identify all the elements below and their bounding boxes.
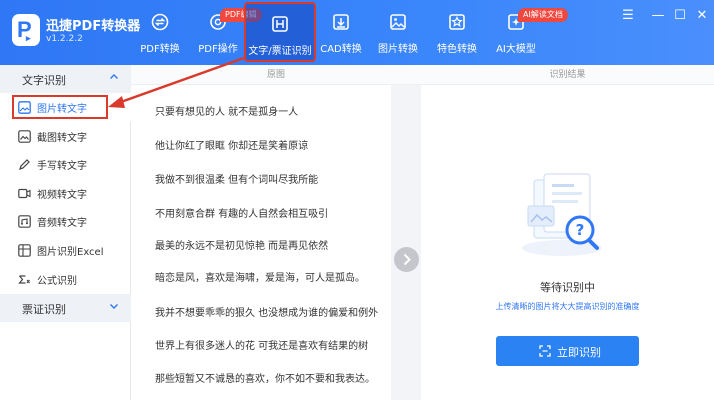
original-text-line: 他让你红了眼眶 你却还是笑着原谅 — [155, 141, 309, 152]
nav-label: AI大模型 — [496, 44, 536, 55]
chevron-right-icon — [403, 253, 411, 266]
image-icon — [18, 101, 31, 114]
next-button[interactable] — [394, 247, 419, 272]
upload-hint: 上传清晰的图片将大大提高识别的准确度 — [495, 302, 640, 311]
screenshot-icon — [18, 130, 31, 143]
sidebar-item-label: 截图转文字 — [37, 133, 87, 144]
original-text-line: 暗恋是风，喜欢是海啸，爱是海，可人是孤岛。 — [155, 273, 365, 284]
menu-icon[interactable]: ☰ — [620, 8, 636, 24]
original-text-line: 那些短暂又不诚恳的喜欢，你不如不要和我表达。 — [155, 374, 375, 385]
nav-pdf-convert[interactable]: PDF转换 — [128, 0, 192, 65]
chevron-down-icon — [110, 304, 118, 309]
original-text-line: 我并不想要乖乖的狠久 也没想成为谁的偏爱和例外 — [155, 308, 379, 319]
original-image-preview[interactable]: 只要有想见的人 就不是孤身一人 他让你红了眼眶 你却还是笑着原谅 我做不到很温柔… — [131, 85, 391, 400]
app-name: 迅捷PDF转换器 — [46, 19, 141, 34]
original-column-header: 原图 — [131, 65, 421, 85]
start-button-label: 立即识别 — [557, 346, 601, 359]
app-logo-icon: P ▸ — [12, 14, 40, 46]
sidebar-item-label: 音频转文字 — [37, 218, 87, 229]
sidebar-item-formula-ocr[interactable]: 公式识别 — [0, 265, 131, 293]
sidebar-item-video-to-text[interactable]: 视频转文字 — [0, 179, 131, 207]
nav-cad-convert[interactable]: CAD转换 — [309, 0, 373, 65]
sidebar-item-handwriting-to-text[interactable]: 手写转文字 — [0, 150, 131, 178]
star-icon — [449, 14, 465, 30]
section-title: 文字识别 — [22, 74, 66, 87]
video-icon — [18, 188, 31, 199]
sidebar-item-label: 视频转文字 — [37, 190, 87, 201]
sidebar-item-label: 图片识别Excel — [37, 247, 104, 258]
minimize-icon[interactable]: — — [650, 8, 666, 24]
close-icon[interactable]: ✕ — [694, 8, 710, 24]
nav-label: 特色转换 — [437, 44, 477, 55]
nav-text-ticket-ocr[interactable]: 文字/票证识别 — [244, 2, 316, 62]
nav-label: 文字/票证识别 — [248, 46, 312, 57]
formula-icon — [18, 275, 30, 284]
ai-doc-badge[interactable]: AI解读文档 — [518, 8, 568, 22]
nav-image-convert[interactable]: 图片转换 — [366, 0, 430, 65]
original-text-line: 我做不到很温柔 但有个词叫尽我所能 — [155, 175, 319, 186]
waiting-illustration-icon: ? — [522, 173, 602, 256]
convert-icon — [151, 13, 169, 31]
section-title: 票证识别 — [22, 303, 66, 316]
pen-icon — [19, 159, 30, 170]
excel-icon — [18, 244, 31, 257]
start-recognition-button[interactable]: 立即识别 — [496, 336, 639, 366]
chevron-up-icon — [110, 74, 118, 79]
nav-special-convert[interactable]: 特色转换 — [425, 0, 489, 65]
title-bar: P ▸ 迅捷PDF转换器 v1.2.2.2 PDF转换 PDF操作 PDF编辑 文… — [0, 0, 714, 65]
cad-icon — [333, 14, 349, 30]
svg-text:?: ? — [576, 221, 585, 239]
sidebar-item-label: 手写转文字 — [37, 161, 87, 172]
original-text-line: 不用刻意合群 有趣的人自然会相互吸引 — [155, 209, 329, 220]
sidebar: 文字识别 图片转文字 截图转文字 手写转文字 视频转文字 音频转文字 图片识别E… — [0, 65, 131, 400]
audio-icon — [18, 215, 31, 228]
sidebar-item-image-to-text[interactable]: 图片转文字 — [0, 93, 131, 121]
maximize-icon[interactable]: ☐ — [672, 8, 688, 24]
original-text-line: 最美的永远不是初见惊艳 而是再见依然 — [155, 241, 329, 252]
original-text-line: 只要有想见的人 就不是孤身一人 — [155, 107, 299, 118]
ocr-book-icon — [272, 16, 288, 32]
section-ticket-ocr[interactable]: 票证识别 — [0, 294, 131, 322]
nav-label: 图片转换 — [378, 44, 418, 55]
nav-label: PDF操作 — [198, 44, 238, 55]
nav-label: PDF转换 — [140, 44, 180, 55]
scan-icon — [539, 345, 551, 357]
panel-divider — [391, 85, 421, 400]
app-version: v1.2.2.2 — [46, 34, 83, 44]
image-icon — [390, 14, 406, 30]
result-column-header: 识别结果 — [421, 65, 714, 85]
section-text-ocr[interactable]: 文字识别 — [0, 65, 131, 93]
sidebar-item-image-to-excel[interactable]: 图片识别Excel — [0, 236, 131, 264]
original-text-line: 世界上有很多迷人的花 可我还是喜欢有结果的树 — [155, 341, 369, 352]
waiting-status: 等待识别中 — [540, 281, 595, 294]
sidebar-item-label: 图片转文字 — [37, 104, 87, 115]
nav-label: CAD转换 — [320, 44, 362, 55]
sidebar-item-audio-to-text[interactable]: 音频转文字 — [0, 207, 131, 235]
sidebar-item-screenshot-to-text[interactable]: 截图转文字 — [0, 122, 131, 150]
sidebar-item-label: 公式识别 — [37, 276, 77, 287]
